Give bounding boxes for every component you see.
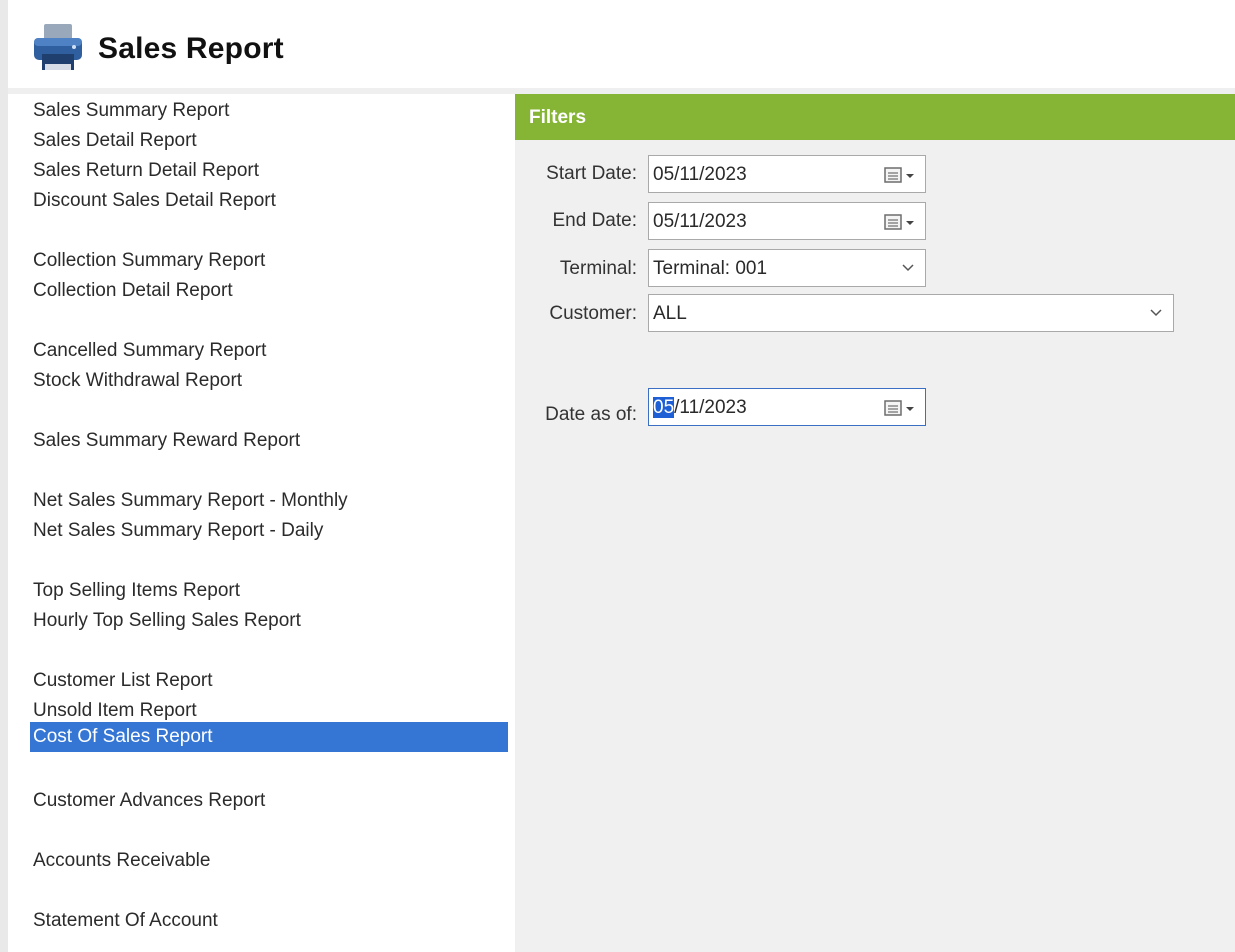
- date-as-of-value: 05/11/2023: [653, 397, 747, 419]
- chevron-down-icon: [902, 264, 914, 272]
- calendar-dropdown-icon[interactable]: [883, 165, 917, 185]
- calendar-dropdown-icon[interactable]: [883, 212, 917, 232]
- report-item-sales-summary[interactable]: Sales Summary Report: [30, 96, 508, 126]
- report-item-customer-list[interactable]: Customer List Report: [30, 666, 508, 696]
- calendar-dropdown-icon[interactable]: [883, 398, 917, 418]
- date-as-of-selected-segment: 05: [653, 397, 675, 418]
- start-date-value: 05/11/2023: [653, 164, 747, 185]
- report-item-collection-summary[interactable]: Collection Summary Report: [30, 246, 508, 276]
- end-date-picker[interactable]: 05/11/2023: [648, 202, 926, 240]
- report-item-discount-sales-detail[interactable]: Discount Sales Detail Report: [30, 186, 508, 216]
- report-item-hourly-top-selling[interactable]: Hourly Top Selling Sales Report: [30, 606, 508, 636]
- date-as-of-label: Date as of:: [545, 404, 637, 425]
- terminal-select[interactable]: Terminal: 001: [648, 249, 926, 287]
- customer-select[interactable]: ALL: [648, 294, 1174, 332]
- report-item-collection-detail[interactable]: Collection Detail Report: [30, 276, 508, 306]
- page-title: Sales Report: [98, 32, 284, 65]
- report-list: Sales Summary Report Sales Detail Report…: [20, 94, 515, 952]
- terminal-label: Terminal:: [559, 258, 637, 279]
- filters-header: Filters: [515, 94, 1235, 140]
- printer-icon: [34, 24, 82, 70]
- chevron-down-icon: [1150, 309, 1162, 317]
- date-as-of-remaining: /11/2023: [674, 397, 747, 418]
- report-item-cancelled-summary[interactable]: Cancelled Summary Report: [30, 336, 508, 366]
- end-date-label: End Date:: [552, 210, 638, 231]
- report-item-sales-summary-reward[interactable]: Sales Summary Reward Report: [30, 426, 508, 456]
- report-item-net-sales-daily[interactable]: Net Sales Summary Report - Daily: [30, 516, 508, 546]
- page-header: Sales Report: [8, 0, 1235, 88]
- start-date-label: Start Date:: [546, 163, 637, 184]
- terminal-value: Terminal: 001: [653, 258, 768, 279]
- report-item-sales-detail[interactable]: Sales Detail Report: [30, 126, 508, 156]
- report-item-sales-return-detail[interactable]: Sales Return Detail Report: [30, 156, 508, 186]
- end-date-value: 05/11/2023: [653, 211, 747, 232]
- customer-label: Customer:: [549, 303, 637, 324]
- report-item-statement-of-account[interactable]: Statement Of Account: [30, 906, 508, 936]
- customer-value: ALL: [653, 303, 687, 324]
- start-date-picker[interactable]: 05/11/2023: [648, 155, 926, 193]
- window-left-edge: [0, 0, 8, 952]
- report-item-top-selling-items[interactable]: Top Selling Items Report: [30, 576, 508, 606]
- filters-title: Filters: [529, 107, 587, 128]
- report-item-customer-advances[interactable]: Customer Advances Report: [30, 786, 508, 816]
- report-item-accounts-receivable[interactable]: Accounts Receivable: [30, 846, 508, 876]
- date-as-of-picker[interactable]: 05/11/2023: [648, 388, 926, 426]
- filters-panel: Filters Start Date: 05/11/2023 End Date:…: [515, 94, 1235, 952]
- report-item-stock-withdrawal[interactable]: Stock Withdrawal Report: [30, 366, 508, 396]
- report-item-net-sales-monthly[interactable]: Net Sales Summary Report - Monthly: [30, 486, 508, 516]
- report-item-cost-of-sales[interactable]: Cost Of Sales Report: [30, 722, 508, 752]
